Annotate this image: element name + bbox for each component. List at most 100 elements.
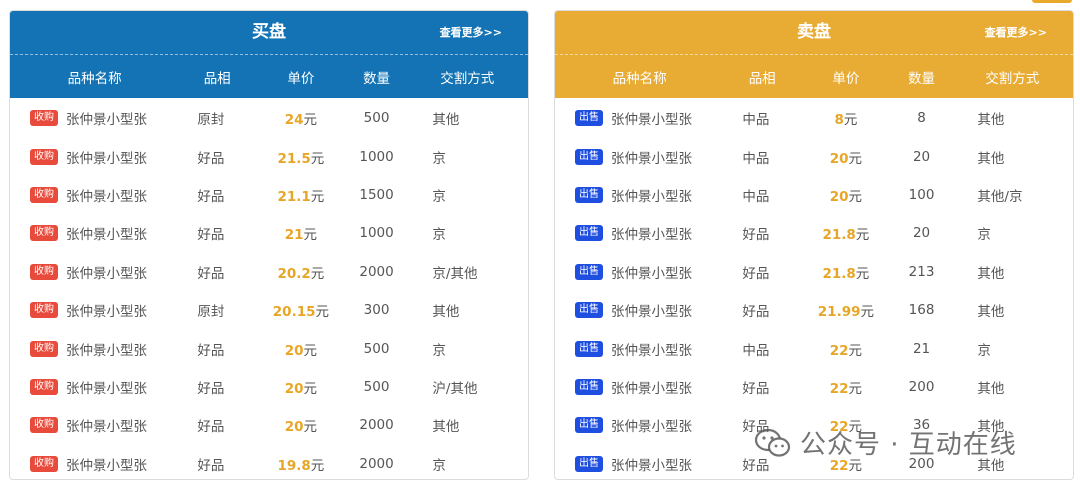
table-row[interactable]: 出售 张仲景小型张 中品 20元 100 其他/京 — [555, 176, 1073, 214]
quantity-cell: 2000 — [359, 263, 394, 280]
price-cell: 20元 — [255, 339, 347, 359]
product-name: 张仲景小型张 — [611, 227, 692, 244]
order-type-badge: 收购 — [30, 186, 58, 203]
table-row[interactable]: 收购 张仲景小型张 好品 20元 2000 其他 — [10, 406, 528, 444]
column-header-name: 品种名称 — [612, 70, 667, 87]
product-name: 张仲景小型张 — [66, 419, 147, 436]
order-type-badge: 出售 — [575, 110, 603, 127]
product-cell: 出售 张仲景小型张 — [555, 415, 724, 435]
quantity-cell: 500 — [363, 340, 390, 357]
buy-panel-title: 买盘 — [252, 22, 286, 42]
grade-cell: 好品 — [742, 265, 770, 282]
price-unit: 元 — [848, 342, 863, 359]
buy-panel: 买盘 查看更多>> 品种名称 品相 单价 数量 交割方式 收购 张仲景小型张 原封 2… — [9, 10, 529, 480]
product-cell: 收购 张仲景小型张 — [10, 415, 179, 435]
quantity-cell: 20 — [912, 148, 931, 165]
order-type-badge: 出售 — [575, 340, 603, 357]
product-name: 张仲景小型张 — [66, 265, 147, 282]
sell-panel-header: 卖盘 查看更多>> — [555, 11, 1073, 55]
product-cell: 收购 张仲景小型张 — [10, 262, 179, 282]
column-header-grade: 品相 — [748, 70, 776, 87]
price-unit: 元 — [860, 304, 874, 321]
price-value: 20 — [829, 150, 849, 167]
quantity-cell: 300 — [363, 302, 390, 319]
order-type-badge: 出售 — [575, 148, 603, 165]
price-unit: 元 — [310, 265, 325, 282]
delivery-cell: 京 — [432, 342, 446, 359]
product-name: 张仲景小型张 — [66, 150, 147, 167]
price-value: 20.2 — [277, 265, 311, 282]
delivery-cell: 其他 — [977, 150, 1005, 167]
buy-more-link[interactable]: 查看更多>> — [440, 11, 502, 54]
price-cell: 22元 — [800, 339, 892, 359]
price-unit: 元 — [310, 150, 325, 167]
table-row[interactable]: 收购 张仲景小型张 原封 20.15元 300 其他 — [10, 291, 528, 329]
product-cell: 出售 张仲景小型张 — [555, 300, 724, 320]
product-cell: 收购 张仲景小型张 — [10, 223, 179, 243]
order-type-badge: 收购 — [30, 340, 58, 357]
order-type-badge: 出售 — [575, 263, 603, 280]
table-row[interactable]: 收购 张仲景小型张 好品 20.2元 2000 京/其他 — [10, 253, 528, 291]
table-row[interactable]: 收购 张仲景小型张 好品 21元 1000 京 — [10, 214, 528, 252]
price-value: 22 — [829, 342, 849, 359]
price-value: 21.99 — [817, 304, 861, 321]
product-name: 张仲景小型张 — [611, 304, 692, 321]
quantity-cell: 8 — [917, 110, 926, 127]
table-row[interactable]: 出售 张仲景小型张 中品 20元 20 其他 — [555, 137, 1073, 175]
product-name: 张仲景小型张 — [611, 112, 692, 129]
price-value: 20 — [284, 380, 304, 397]
delivery-cell: 京 — [432, 457, 446, 474]
price-cell: 20.2元 — [255, 262, 347, 282]
table-row[interactable]: 出售 张仲景小型张 中品 22元 21 京 — [555, 329, 1073, 367]
order-type-badge: 收购 — [30, 455, 58, 472]
price-cell: 21.5元 — [255, 147, 347, 167]
grade-cell: 好品 — [742, 304, 770, 321]
product-name: 张仲景小型张 — [66, 112, 147, 129]
table-row[interactable]: 收购 张仲景小型张 好品 20元 500 京 — [10, 329, 528, 367]
sell-more-link[interactable]: 查看更多>> — [985, 11, 1047, 54]
delivery-cell: 其他 — [432, 419, 460, 436]
product-name: 张仲景小型张 — [66, 304, 147, 321]
order-type-badge: 出售 — [575, 378, 603, 395]
table-row[interactable]: 收购 张仲景小型张 好品 21.1元 1500 京 — [10, 176, 528, 214]
price-cell: 20.15元 — [255, 300, 347, 320]
price-value: 21.8 — [822, 265, 856, 282]
price-unit: 元 — [310, 188, 325, 205]
price-value: 21.8 — [822, 227, 856, 244]
column-header-price: 单价 — [832, 70, 860, 87]
table-row[interactable]: 出售 张仲景小型张 好品 21.8元 213 其他 — [555, 253, 1073, 291]
price-value: 21 — [284, 227, 304, 244]
table-row[interactable]: 出售 张仲景小型张 中品 8元 8 其他 — [555, 99, 1073, 137]
product-name: 张仲景小型张 — [66, 188, 147, 205]
product-name: 张仲景小型张 — [611, 188, 692, 205]
table-row[interactable]: 收购 张仲景小型张 原封 24元 500 其他 — [10, 99, 528, 137]
grade-cell: 好品 — [742, 227, 770, 244]
price-cell: 20元 — [800, 147, 892, 167]
buy-panel-header: 买盘 查看更多>> — [10, 11, 528, 55]
grade-cell: 好品 — [197, 419, 225, 436]
table-row[interactable]: 出售 张仲景小型张 好品 21.8元 20 京 — [555, 214, 1073, 252]
quantity-cell: 21 — [912, 340, 931, 357]
product-name: 张仲景小型张 — [66, 457, 147, 474]
price-unit: 元 — [855, 227, 870, 244]
product-name: 张仲景小型张 — [611, 419, 692, 436]
grade-cell: 好品 — [742, 380, 770, 397]
table-row[interactable]: 收购 张仲景小型张 好品 20元 500 沪/其他 — [10, 368, 528, 406]
price-value: 8 — [834, 112, 844, 129]
column-header-delivery: 交割方式 — [985, 70, 1040, 87]
table-row[interactable]: 收购 张仲景小型张 好品 21.5元 1000 京 — [10, 137, 528, 175]
price-value: 20 — [284, 419, 304, 436]
sell-panel: 卖盘 查看更多>> 品种名称 品相 单价 数量 交割方式 出售 张仲景小型张 中品 8… — [554, 10, 1074, 480]
table-row[interactable]: 出售 张仲景小型张 好品 22元 200 其他 — [555, 368, 1073, 406]
quantity-cell: 168 — [908, 302, 935, 319]
price-cell: 21.8元 — [800, 223, 892, 243]
table-row[interactable]: 出售 张仲景小型张 好品 21.99元 168 其他 — [555, 291, 1073, 329]
quantity-cell: 20 — [912, 225, 931, 242]
product-cell: 出售 张仲景小型张 — [555, 454, 724, 474]
table-row[interactable]: 收购 张仲景小型张 好品 19.8元 2000 京 — [10, 445, 528, 479]
order-type-badge: 收购 — [30, 302, 58, 319]
price-value: 20 — [829, 188, 849, 205]
price-cell: 20元 — [255, 415, 347, 435]
delivery-cell: 其他 — [977, 265, 1005, 282]
order-type-badge: 出售 — [575, 225, 603, 242]
